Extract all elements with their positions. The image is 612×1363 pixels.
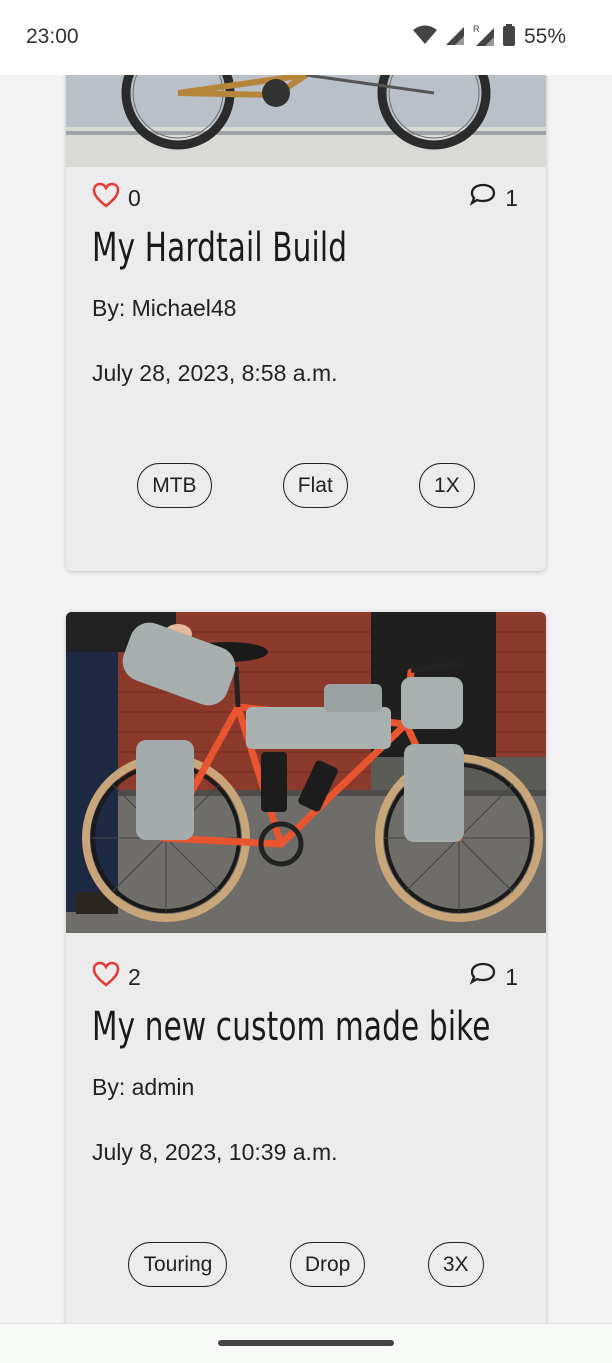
status-bar: 23:00 R 55% bbox=[0, 0, 612, 75]
status-icons: R 55% bbox=[412, 23, 566, 52]
post-tags: Touring Drop 3X bbox=[66, 1242, 546, 1287]
post-tags: MTB Flat 1X bbox=[66, 463, 546, 508]
post-card[interactable]: 0 1 My Hardtail Build By: Michael48 July… bbox=[66, 75, 546, 571]
roaming-signal-icon: R bbox=[472, 23, 496, 52]
tag-chip[interactable]: Drop bbox=[289, 1242, 366, 1287]
post-author[interactable]: By: admin bbox=[92, 1074, 194, 1101]
like-count: 2 bbox=[128, 963, 141, 990]
comment-count: 1 bbox=[505, 184, 518, 211]
post-meta-row: 0 1 bbox=[92, 182, 518, 214]
tag-chip[interactable]: Touring bbox=[128, 1242, 228, 1287]
post-title[interactable]: My Hardtail Build bbox=[92, 225, 347, 271]
post-author[interactable]: By: Michael48 bbox=[92, 295, 236, 322]
comment-icon[interactable] bbox=[469, 961, 497, 993]
tag-chip[interactable]: 1X bbox=[419, 463, 475, 508]
battery-icon bbox=[502, 23, 516, 52]
tag-chip[interactable]: MTB bbox=[137, 463, 212, 508]
post-date: July 8, 2023, 10:39 a.m. bbox=[92, 1139, 338, 1165]
status-time: 23:00 bbox=[26, 25, 79, 48]
post-image[interactable] bbox=[66, 612, 546, 933]
home-gesture-handle[interactable] bbox=[218, 1340, 394, 1346]
wifi-icon bbox=[412, 24, 438, 51]
comment-count: 1 bbox=[505, 963, 518, 990]
signal-icon bbox=[444, 24, 466, 51]
svg-text:R: R bbox=[473, 24, 480, 34]
like-count: 0 bbox=[128, 184, 141, 211]
post-meta-row: 2 1 bbox=[92, 961, 518, 993]
tag-chip[interactable]: Flat bbox=[282, 463, 348, 508]
post-feed[interactable]: 0 1 My Hardtail Build By: Michael48 July… bbox=[0, 75, 612, 1323]
post-date: July 28, 2023, 8:58 a.m. bbox=[92, 360, 338, 386]
comment-icon[interactable] bbox=[469, 182, 497, 214]
navigation-bar bbox=[0, 1323, 612, 1363]
heart-icon[interactable] bbox=[92, 182, 120, 214]
post-title[interactable]: My new custom made bike bbox=[92, 1004, 491, 1050]
heart-icon[interactable] bbox=[92, 961, 120, 993]
tag-chip[interactable]: 3X bbox=[427, 1242, 484, 1287]
post-card[interactable]: 2 1 My new custom made bike By: admin Ju… bbox=[66, 612, 546, 1323]
post-image[interactable] bbox=[66, 75, 546, 167]
battery-percentage: 55% bbox=[523, 25, 566, 48]
